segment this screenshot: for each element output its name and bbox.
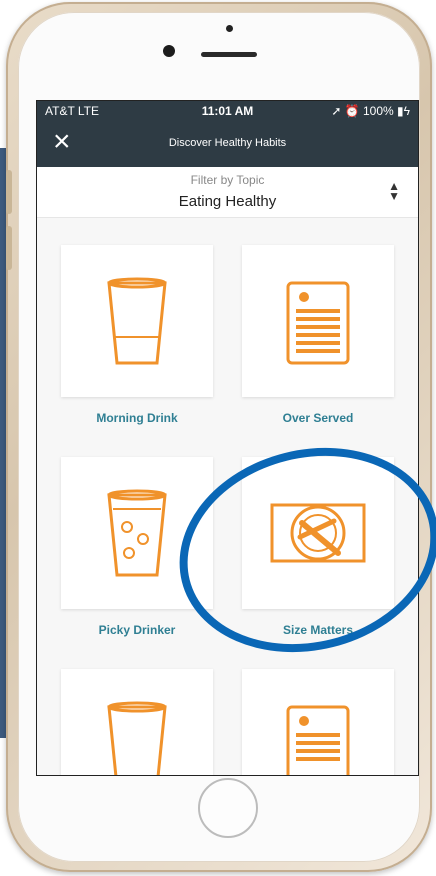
habit-card[interactable] <box>242 669 394 775</box>
earpiece <box>201 52 257 57</box>
plate-icon <box>270 503 366 563</box>
cup-icon <box>107 701 167 775</box>
filter-label: Filter by Topic <box>190 173 265 187</box>
cup-icon <box>107 277 167 365</box>
menu-icon <box>286 705 350 775</box>
topic-filter[interactable]: Filter by Topic Eating Healthy ▲ ▼ <box>37 167 418 218</box>
camera-dot <box>226 25 233 32</box>
card-label[interactable]: Picky Drinker <box>61 623 213 637</box>
habit-card[interactable] <box>61 669 213 775</box>
menu-icon <box>286 281 350 365</box>
volume-down-button <box>6 226 12 270</box>
status-bar: AT&T LTE 11:01 AM ➚ ⏰ 100% ▮ϟ <box>37 101 418 121</box>
card-label[interactable]: Morning Drink <box>61 411 213 425</box>
sort-icon[interactable]: ▲ ▼ <box>388 180 400 202</box>
front-camera <box>163 45 175 57</box>
bubbly-cup-icon <box>107 489 167 577</box>
habit-card-over-served[interactable] <box>242 245 394 397</box>
volume-up-button <box>6 170 12 214</box>
habit-card-morning-drink[interactable] <box>61 245 213 397</box>
app-screen: AT&T LTE 11:01 AM ➚ ⏰ 100% ▮ϟ × Discover… <box>36 100 419 776</box>
card-label[interactable]: Size Matters <box>242 623 394 637</box>
habit-card-picky-drinker[interactable] <box>61 457 213 609</box>
card-label[interactable]: Over Served <box>242 411 394 425</box>
home-button[interactable] <box>198 778 258 838</box>
navbar: × Discover Healthy Habits <box>37 121 418 167</box>
filter-value[interactable]: Eating Healthy <box>37 193 418 210</box>
page-title: Discover Healthy Habits <box>168 137 287 149</box>
habit-card-size-matters[interactable] <box>242 457 394 609</box>
status-icons: ➚ ⏰ 100% ▮ϟ <box>331 104 410 118</box>
